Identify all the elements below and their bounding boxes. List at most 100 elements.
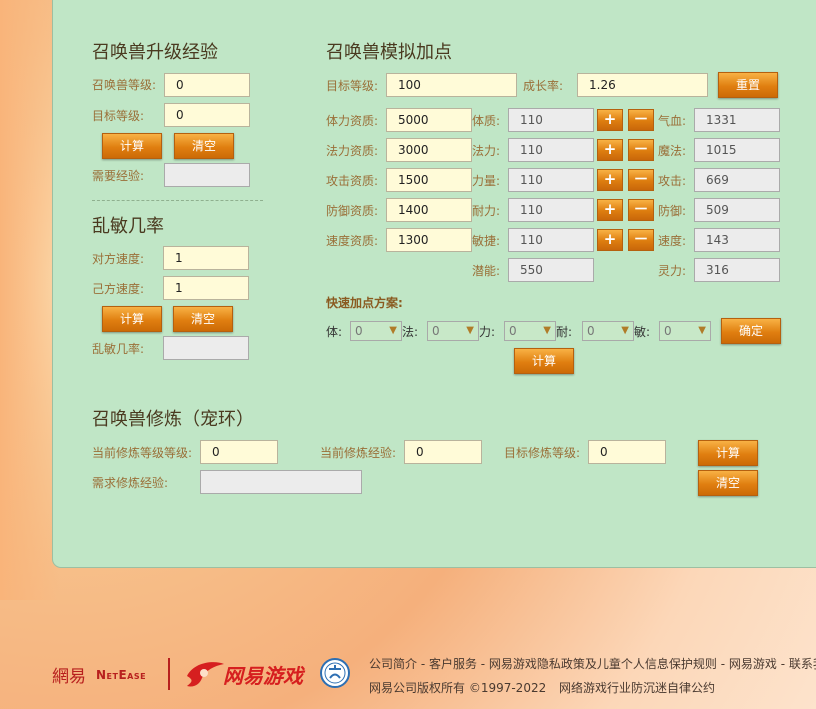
apt-label-atk: 攻击资质: — [326, 174, 379, 188]
chevron-down-icon: ▼ — [543, 325, 551, 336]
quick-select-end[interactable]: 0 ▼ — [582, 321, 634, 341]
res-label-atk: 攻击: — [658, 174, 687, 188]
stat-value-con: 110 — [508, 108, 594, 132]
luanmin-result-label: 乱敏几率: — [92, 342, 145, 356]
quick-select-mag[interactable]: 0 ▼ — [427, 321, 479, 341]
res-label-mp: 魔法: — [658, 144, 687, 158]
apt-input-spd[interactable] — [386, 228, 472, 252]
growth-label: 成长率: — [523, 79, 564, 93]
plus-button-end[interactable]: + — [597, 199, 623, 221]
plus-button-mag[interactable]: + — [597, 139, 623, 161]
chevron-down-icon: ▼ — [389, 325, 397, 336]
quick-plan-title: 快速加点方案: — [326, 296, 403, 310]
res-value-mp: 1015 — [694, 138, 780, 162]
cultivation-calc-button[interactable]: 计算 — [698, 440, 758, 466]
spirit-value: 316 — [694, 258, 780, 282]
target-cultivation-level-input[interactable] — [588, 440, 666, 464]
quick-select-agi-value: 0 — [664, 324, 672, 338]
potential-value: 550 — [508, 258, 594, 282]
res-label-def: 防御: — [658, 204, 687, 218]
res-value-def: 509 — [694, 198, 780, 222]
current-cultivation-level-label: 当前修炼等级等级: — [92, 446, 193, 460]
stat-label-con: 体质: — [472, 114, 501, 128]
target-level-input[interactable] — [164, 103, 250, 127]
luanmin-clear-button[interactable]: 清空 — [173, 306, 233, 332]
minus-button-end[interactable]: － — [628, 199, 654, 221]
footer-self-discipline-link[interactable]: 网络游戏行业防沉迷自律公约 — [559, 679, 715, 696]
apt-input-hp[interactable] — [386, 108, 472, 132]
res-value-atk: 669 — [694, 168, 780, 192]
luanmin-calc-button[interactable]: 计算 — [102, 306, 162, 332]
section-divider — [92, 200, 263, 201]
apt-label-mp: 法力资质: — [326, 144, 379, 158]
quick-select-agi[interactable]: 0 ▼ — [659, 321, 711, 341]
quick-label-con: 体: — [326, 325, 343, 339]
current-cultivation-level-input[interactable] — [200, 440, 278, 464]
logo-divider — [168, 658, 170, 690]
cultivation-need-exp-output — [200, 470, 362, 494]
enemy-speed-label: 对方速度: — [92, 252, 145, 266]
cultivation-need-exp-label: 需求修炼经验: — [92, 476, 169, 490]
target-level-label: 目标等级: — [92, 109, 145, 123]
quick-label-agi: 敏: — [634, 325, 651, 339]
cultivation-clear-button[interactable]: 清空 — [698, 470, 758, 496]
netease-logo-en: NetEase — [96, 668, 147, 682]
quick-label-str: 力: — [479, 325, 496, 339]
apt-input-atk[interactable] — [386, 168, 472, 192]
netease-games-bird-icon — [187, 662, 224, 687]
footer-links[interactable]: 公司简介 - 客户服务 - 网易游戏隐私政策及儿童个人信息保护规则 - 网易游戏… — [369, 655, 816, 672]
footer-copyright: 网易公司版权所有 ©1997-2022 — [369, 681, 547, 695]
minus-button-agi[interactable]: － — [628, 229, 654, 251]
res-value-hp: 1331 — [694, 108, 780, 132]
res-value-spd: 143 — [694, 228, 780, 252]
plus-button-con[interactable]: + — [597, 109, 623, 131]
netease-games-logo: 网易游戏 — [223, 664, 303, 688]
luanmin-result-output — [163, 336, 249, 360]
quick-select-con-value: 0 — [355, 324, 363, 338]
sim-target-level-label: 目标等级: — [326, 79, 379, 93]
plus-button-agi[interactable]: + — [597, 229, 623, 251]
target-cultivation-level-label: 目标修炼等级: — [504, 446, 581, 460]
culture-badge-icon — [320, 658, 350, 688]
stat-label-str: 力量: — [472, 174, 501, 188]
growth-input[interactable] — [577, 73, 708, 97]
self-speed-input[interactable] — [163, 276, 249, 300]
stat-label-end: 耐力: — [472, 204, 501, 218]
stat-value-mag: 110 — [508, 138, 594, 162]
quick-select-str[interactable]: 0 ▼ — [504, 321, 556, 341]
minus-button-con[interactable]: － — [628, 109, 654, 131]
current-cultivation-exp-input[interactable] — [404, 440, 482, 464]
enemy-speed-input[interactable] — [163, 246, 249, 270]
confirm-button[interactable]: 确定 — [721, 318, 781, 344]
quick-select-con[interactable]: 0 ▼ — [350, 321, 402, 341]
site-footer: 網易 NetEase 网易游戏 公司简介 - 客户服务 - 网易游戏隐私政策及儿… — [0, 640, 816, 709]
minus-button-str[interactable]: － — [628, 169, 654, 191]
upgrade-calc-button[interactable]: 计算 — [102, 133, 162, 159]
apt-label-hp: 体力资质: — [326, 114, 379, 128]
current-cultivation-exp-label: 当前修炼经验: — [320, 446, 397, 460]
sim-target-level-input[interactable] — [386, 73, 517, 97]
res-label-hp: 气血: — [658, 114, 687, 128]
apt-input-mp[interactable] — [386, 138, 472, 162]
plus-button-str[interactable]: + — [597, 169, 623, 191]
res-label-spd: 速度: — [658, 234, 687, 248]
netease-logo-cn: 網易 — [52, 667, 86, 687]
apt-input-def[interactable] — [386, 198, 472, 222]
stat-label-mag: 法力: — [472, 144, 501, 158]
need-exp-output — [164, 163, 250, 187]
pet-level-input[interactable] — [164, 73, 250, 97]
chevron-down-icon: ▼ — [466, 325, 474, 336]
apt-label-def: 防御资质: — [326, 204, 379, 218]
upgrade-clear-button[interactable]: 清空 — [174, 133, 234, 159]
need-exp-label: 需要经验: — [92, 169, 145, 183]
stat-value-agi: 110 — [508, 228, 594, 252]
simulate-calc-button[interactable]: 计算 — [514, 348, 574, 374]
stat-label-agi: 敏捷: — [472, 234, 501, 248]
reset-button[interactable]: 重置 — [718, 72, 778, 98]
pet-level-label: 召唤兽等级: — [92, 78, 157, 92]
minus-button-mag[interactable]: － — [628, 139, 654, 161]
chevron-down-icon: ▼ — [698, 325, 706, 336]
quick-label-mag: 法: — [402, 325, 419, 339]
potential-label: 潜能: — [472, 264, 501, 278]
simulate-title: 召唤兽模拟加点 — [326, 42, 452, 63]
